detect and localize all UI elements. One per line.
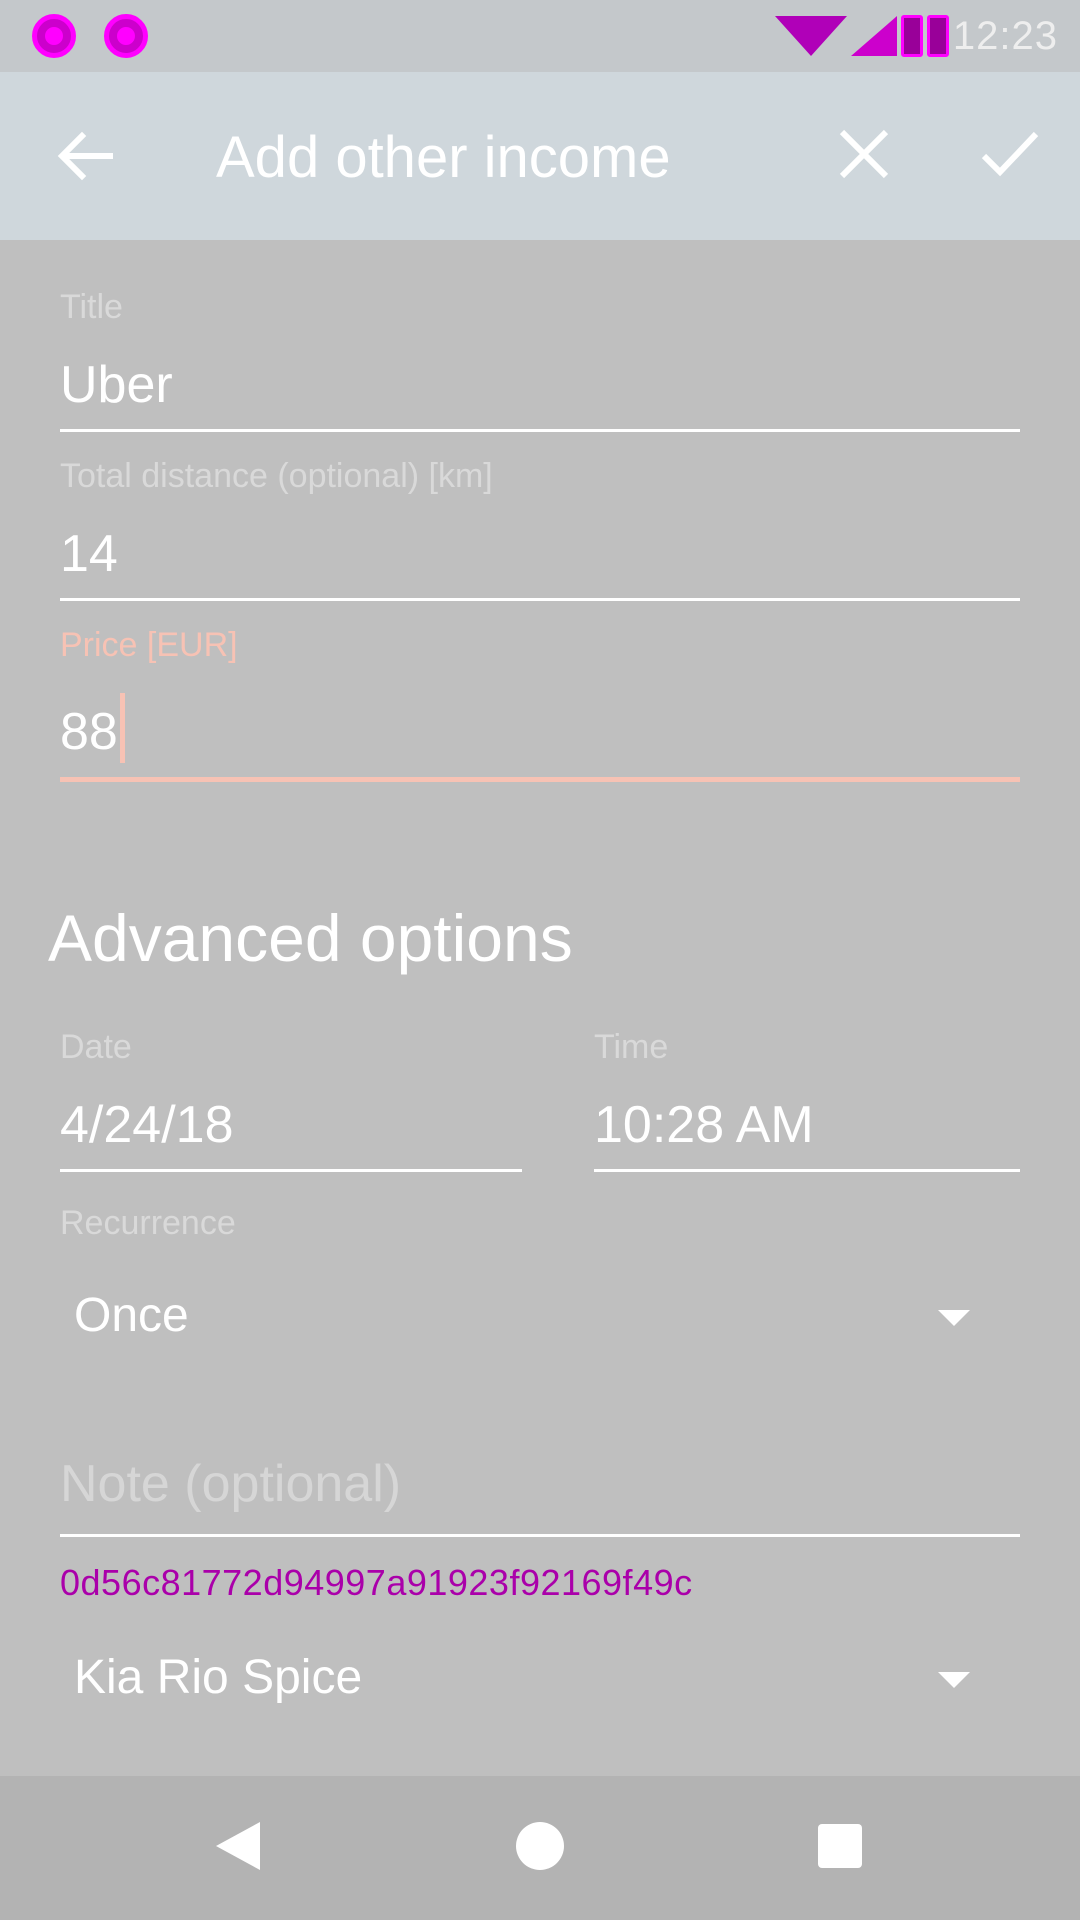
notification-icon (104, 14, 148, 58)
vehicle-value: Kia Rio Spice (74, 1651, 363, 1704)
price-underline (60, 777, 1020, 782)
price-field[interactable]: Price [EUR] 88 (60, 626, 1020, 782)
battery-icon (926, 15, 949, 57)
recent-square-icon[interactable] (818, 1824, 862, 1868)
battery-icon (900, 15, 923, 57)
time-label: Time (594, 1028, 669, 1066)
close-icon[interactable] (834, 124, 894, 184)
title-input[interactable]: Uber (60, 355, 1020, 415)
home-circle-icon[interactable] (516, 1822, 564, 1870)
recurrence-label-wrap: Recurrence (60, 1204, 1020, 1243)
status-bar: 12:23 (0, 0, 1080, 72)
date-underline (60, 1169, 522, 1172)
price-value: 88 (60, 703, 118, 761)
distance-label: Total distance (optional) [km] (60, 457, 493, 495)
check-icon[interactable] (978, 124, 1042, 184)
recurrence-label: Recurrence (60, 1204, 236, 1242)
date-input[interactable]: 4/24/18 (60, 1095, 522, 1155)
time-field[interactable]: Time 10:28 AM (594, 1028, 1020, 1172)
page-title: Add other income (216, 125, 671, 190)
distance-field[interactable]: Total distance (optional) [km] 14 (60, 457, 1020, 601)
price-input[interactable]: 88 (60, 693, 1020, 763)
date-field[interactable]: Date 4/24/18 (60, 1028, 522, 1172)
system-nav-bar (0, 1776, 1080, 1920)
text-cursor (119, 693, 125, 763)
distance-input[interactable]: 14 (60, 524, 1020, 584)
recurrence-value: Once (74, 1289, 189, 1342)
status-time: 12:23 (952, 13, 1058, 58)
wifi-icon (774, 16, 847, 56)
dropdown-caret-icon (938, 1672, 970, 1688)
app-bar: Add other income (0, 72, 1080, 240)
title-field[interactable]: Title Uber (60, 288, 1020, 432)
price-label: Price [EUR] (60, 626, 238, 664)
date-label: Date (60, 1028, 132, 1066)
note-input[interactable]: Note (optional) (60, 1454, 1020, 1514)
arrow-left-icon[interactable] (56, 126, 116, 186)
note-underline (60, 1534, 1020, 1537)
notification-icon (32, 14, 76, 58)
back-triangle-icon[interactable] (216, 1822, 260, 1870)
recurrence-dropdown[interactable]: Once (60, 1268, 1020, 1368)
status-icons: 12:23 (774, 12, 1058, 60)
note-field[interactable]: Note (optional) (60, 1454, 1020, 1537)
advanced-options-heading: Advanced options (48, 901, 573, 975)
signal-icon (850, 16, 897, 56)
title-underline (60, 429, 1020, 432)
vehicle-dropdown[interactable]: Kia Rio Spice (60, 1630, 1020, 1730)
dropdown-caret-icon (938, 1310, 970, 1326)
time-underline (594, 1169, 1020, 1172)
debug-hash-text: 0d56c81772d94997a91923f92169f49c (60, 1562, 693, 1603)
time-input[interactable]: 10:28 AM (594, 1095, 1020, 1155)
title-label: Title (60, 288, 123, 326)
distance-underline (60, 598, 1020, 601)
